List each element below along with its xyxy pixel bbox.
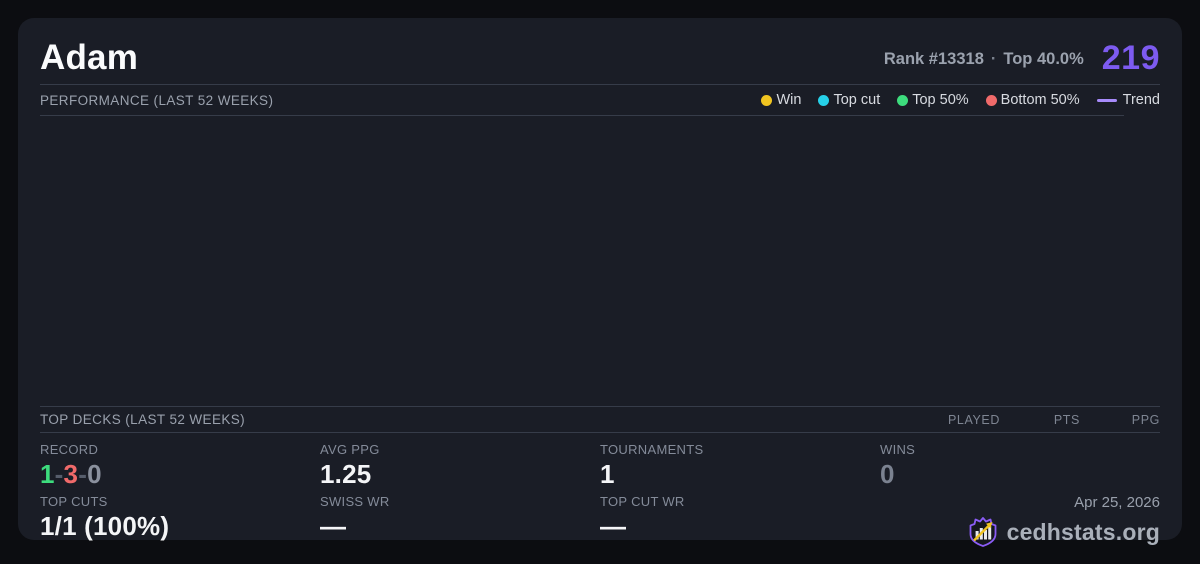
stat-label: SWISS WR	[320, 494, 390, 509]
performance-section-title: PERFORMANCE (LAST 52 WEEKS)	[40, 92, 274, 108]
stat-value: —	[320, 511, 347, 541]
column-header-pts: PTS	[1053, 412, 1080, 427]
record-value: 1-3-0	[40, 460, 320, 488]
stat-label: TOURNAMENTS	[600, 442, 704, 457]
stat-wins: WINS 0	[880, 442, 1160, 494]
legend-item-win: Win	[761, 92, 801, 108]
rank-label: Rank #13318	[883, 50, 984, 68]
legend-label: Top 50%	[912, 92, 969, 108]
performance-header-row: PERFORMANCE (LAST 52 WEEKS) Win Top cut …	[40, 85, 1160, 115]
brand-text[interactable]: cedhstats.org	[1007, 519, 1160, 546]
stat-value: 1	[600, 459, 615, 489]
legend-item-trend: Trend	[1096, 92, 1160, 108]
card-header: Adam Rank #13318 · Top 40.0% 219	[40, 18, 1160, 85]
legend-label: Top cut	[833, 92, 881, 108]
stat-label: TOP CUTS	[40, 494, 108, 509]
top-50-dot-icon	[897, 94, 909, 106]
rank-summary: Rank #13318 · Top 40.0% 219	[884, 39, 1160, 77]
stat-label: WINS	[880, 442, 916, 457]
brand[interactable]: cedhstats.org	[968, 516, 1160, 548]
stat-label: TOP CUT WR	[600, 494, 685, 509]
top-decks-column-headers: PLAYED PTS PPG	[920, 413, 1160, 427]
legend-label: Win	[776, 92, 802, 108]
stat-top-cut-wr: TOP CUT WR —	[600, 494, 880, 546]
stat-value: 1/1 (100%)	[40, 511, 170, 541]
cedhstats-shield-logo-icon	[969, 517, 996, 547]
stat-record: RECORD 1-3-0	[40, 442, 320, 494]
top-decks-header-row: TOP DECKS (LAST 52 WEEKS) PLAYED PTS PPG	[40, 407, 1160, 433]
stat-value: —	[600, 511, 627, 541]
column-header-ppg: PPG	[1131, 412, 1160, 427]
trend-line-icon	[1096, 98, 1117, 102]
rank-text: Rank #13318 · Top 40.0%	[884, 47, 1084, 71]
legend-label: Trend	[1122, 92, 1160, 108]
chart-legend: Win Top cut Top 50% Bottom 50% Trend	[761, 92, 1160, 108]
win-dot-icon	[761, 94, 773, 106]
legend-item-bottom-50: Bottom 50%	[985, 92, 1080, 108]
top-cut-dot-icon	[818, 94, 830, 106]
legend-item-top-50: Top 50%	[897, 92, 969, 108]
stat-value: 0	[880, 459, 895, 489]
stat-value: 1.25	[320, 459, 372, 489]
record-losses: 3	[63, 459, 79, 489]
legend-label: Bottom 50%	[1000, 92, 1080, 108]
column-header-played: PLAYED	[947, 412, 1000, 427]
record-separator: -	[78, 459, 88, 489]
performance-chart	[40, 116, 1160, 407]
top-decks-section-title: TOP DECKS (LAST 52 WEEKS)	[40, 412, 246, 427]
stat-tournaments: TOURNAMENTS 1	[600, 442, 880, 494]
player-stats-card: Adam Rank #13318 · Top 40.0% 219 PERFORMAN…	[18, 18, 1182, 547]
date-label: Apr 25, 2026	[1074, 494, 1160, 511]
stat-top-cuts: TOP CUTS 1/1 (100%)	[40, 494, 320, 546]
stat-label: RECORD	[40, 442, 99, 457]
stat-avg-ppg: AVG PPG 1.25	[320, 442, 600, 494]
legend-item-top-cut: Top cut	[818, 92, 880, 108]
rank-separator-dot: ·	[990, 50, 997, 68]
stats-grid: RECORD 1-3-0 AVG PPG 1.25 TOURNAMENTS 1 …	[40, 433, 1160, 548]
top-percent-label: Top 40.0%	[1003, 50, 1084, 68]
stat-label: AVG PPG	[320, 442, 380, 457]
player-name: Adam	[40, 38, 139, 77]
card-footer: Apr 25, 2026 cedhstats.org	[880, 494, 1160, 548]
record-separator: -	[54, 459, 64, 489]
bottom-50-dot-icon	[985, 94, 997, 106]
record-draws: 0	[87, 459, 102, 489]
player-score: 219	[1101, 39, 1160, 77]
record-wins: 1	[40, 459, 55, 489]
stat-swiss-wr: SWISS WR —	[320, 494, 600, 546]
